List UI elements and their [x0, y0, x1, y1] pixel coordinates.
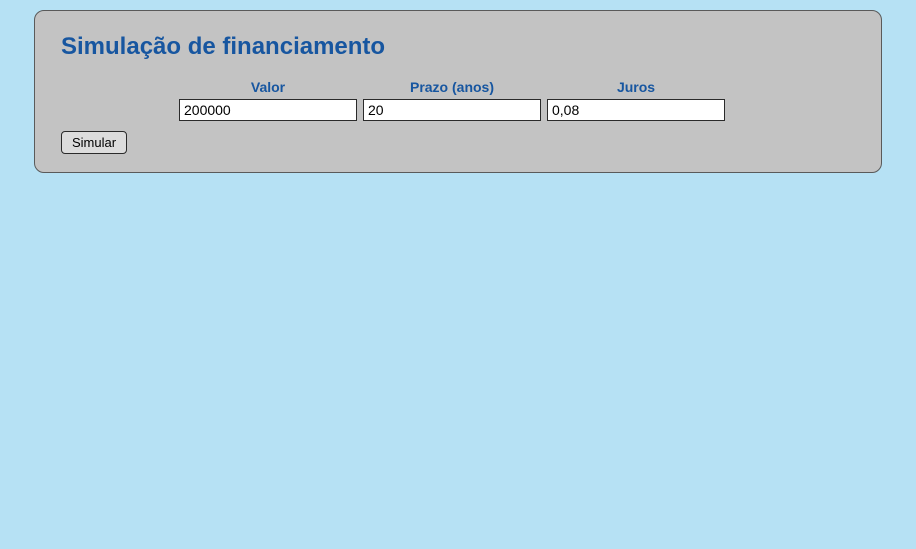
page-title: Simulação de financiamento [61, 33, 855, 61]
label-valor: Valor [179, 79, 357, 95]
input-prazo[interactable] [363, 99, 541, 121]
input-valor[interactable] [179, 99, 357, 121]
field-valor: Valor [179, 79, 357, 121]
field-prazo: Prazo (anos) [363, 79, 541, 121]
fields-row: Valor Prazo (anos) Juros [179, 79, 855, 121]
financing-panel: Simulação de financiamento Valor Prazo (… [34, 10, 882, 173]
field-juros: Juros [547, 79, 725, 121]
label-juros: Juros [547, 79, 725, 95]
input-juros[interactable] [547, 99, 725, 121]
simulate-button[interactable]: Simular [61, 131, 127, 154]
label-prazo: Prazo (anos) [363, 79, 541, 95]
